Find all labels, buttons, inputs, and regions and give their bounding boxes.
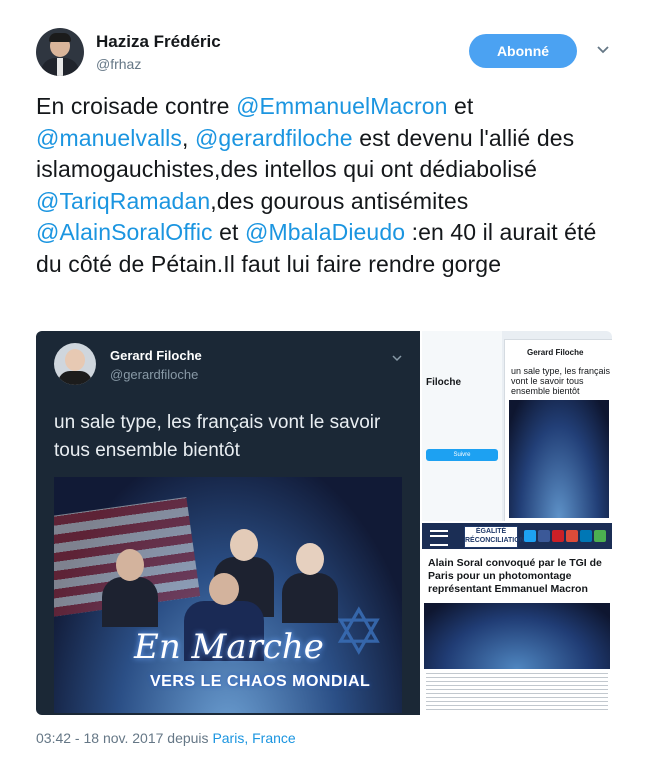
pinterest-icon [552,530,564,542]
profile-name: Filoche [426,377,462,388]
mention-link[interactable]: @gerardfiloche [195,125,353,151]
mini-tweet-text: un sale type, les français vont le savoi… [511,366,611,396]
profile-follow-bar: Suivre [426,449,498,461]
timestamp-location[interactable]: Paris, France [212,730,295,746]
author-name[interactable]: Haziza Frédéric [96,32,221,52]
meme-caption-title: En Marche [134,627,324,667]
tweet-text-segment: et [447,93,474,119]
tweet-text-segment: En croisade contre [36,93,237,119]
site-logo: ÉGALITÉ RÉCONCILIATION [464,526,525,548]
tweet-media[interactable]: Gerard Filoche @gerardfiloche un sale ty… [36,331,612,715]
embedded-name: Gerard Filoche [110,348,202,363]
mention-link[interactable]: @EmmanuelMacron [236,93,447,119]
chevron-down-icon[interactable] [595,42,611,58]
timestamp-time[interactable]: 03:42 - 18 nov. 2017 depuis [36,730,212,746]
embedded-handle: @gerardfiloche [110,367,199,382]
mention-link[interactable]: @manuelvalls [36,125,182,151]
embedded-tweet-screenshot[interactable]: Gerard Filoche @gerardfiloche un sale ty… [36,331,420,715]
embedded-chevron-icon [392,355,402,362]
article-body [426,673,608,713]
mini-tweet-name: Gerard Filoche [527,348,584,357]
mini-meme-image [509,400,609,518]
twitter-icon [524,530,536,542]
tweet-text-segment: ,des gourous antisémites [210,187,469,214]
article-screenshot: ÉGALITÉ RÉCONCILIATION Alain Soral convo… [422,523,612,715]
meme-image: ✡ En Marche VERS LE CHAOS MONDIAL [54,477,402,713]
tweet-text-segment: , [182,124,195,151]
article-headline: Alain Soral convoqué par le TGI de Paris… [428,557,602,595]
embedded-avatar [54,343,96,385]
mention-link[interactable]: @AlainSoralOffic [36,219,213,245]
tweet-text-segment: et [212,219,246,245]
google-plus-icon [566,530,578,542]
meme-caption-subtitle: VERS LE CHAOS MONDIAL [150,673,371,690]
linkedin-icon [580,530,592,542]
star-of-david-icon: ✡ [332,596,386,668]
follow-button[interactable]: Abonné [469,34,577,68]
mention-link[interactable]: @TariqRamadan [36,188,210,214]
mail-icon [594,530,606,542]
collage-right[interactable]: Filoche Suivre Gerard Filoche un sale ty… [422,331,612,715]
article-image [424,603,610,669]
facebook-icon [538,530,550,542]
embedded-tweet-text: un sale type, les français vont le savoi… [54,412,381,461]
profile-screenshot: Filoche Suivre Gerard Filoche un sale ty… [422,331,612,521]
mention-link[interactable]: @MbalaDieudo [245,219,405,245]
tweet-text: En croisade contre @EmmanuelMacron et @m… [36,91,626,280]
author-handle[interactable]: @frhaz [96,56,141,72]
author-avatar[interactable] [36,28,84,76]
menu-icon [430,530,448,546]
tweet-timestamp[interactable]: 03:42 - 18 nov. 2017 depuis Paris, Franc… [36,730,296,746]
